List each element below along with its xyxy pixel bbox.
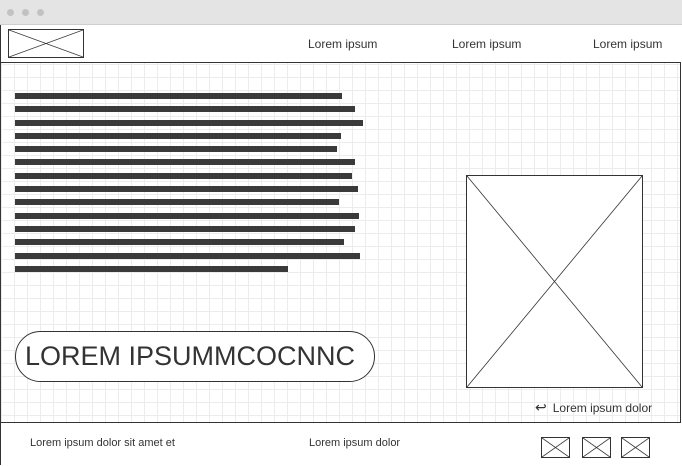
footer-bar: Lorem ipsum dolor sit amet et Lorem ipsu… [1,422,681,465]
back-link[interactable]: ↩ Lorem ipsum dolor [535,399,652,416]
footer-image-placeholder-icon[interactable] [582,437,611,458]
window-dot-icon [7,9,14,16]
nav-link-1[interactable]: Lorem ipsum [308,37,377,51]
nav-link-2[interactable]: Lorem ipsum [452,37,521,51]
footer-image-placeholder-icon[interactable] [541,437,570,458]
text-line [15,199,339,206]
text-line [15,239,344,246]
header-bar: Lorem ipsum Lorem ipsum Lorem ipsum [1,25,681,63]
text-line [15,93,342,99]
text-line [15,132,341,139]
text-line [15,186,358,193]
return-arrow-icon: ↩ [535,399,547,415]
text-line [15,212,359,219]
image-placeholder-icon [466,175,643,388]
text-line [15,172,352,179]
window-dot-icon [22,9,29,16]
nav-link-3[interactable]: Lorem ipsum [593,37,662,51]
text-line [15,225,355,232]
text-line [15,159,355,166]
logo-placeholder-icon[interactable] [8,29,84,58]
text-line [15,265,288,272]
back-link-label: Lorem ipsum dolor [552,401,653,415]
text-line [15,146,337,153]
footer-text-left: Lorem ipsum dolor sit amet et [30,437,175,449]
window-title-bar [0,0,682,25]
page-canvas: Lorem ipsum Lorem ipsum Lorem ipsum LORE… [0,25,681,465]
text-line [15,119,363,126]
text-line [15,106,355,113]
primary-button[interactable]: LOREM IPSUMMCOCNNC [15,331,375,382]
footer-image-placeholder-icon[interactable] [621,437,650,458]
footer-text-center: Lorem ipsum dolor [309,437,401,449]
text-block-placeholder [15,93,363,279]
text-line [15,252,360,259]
window-dot-icon [37,9,44,16]
